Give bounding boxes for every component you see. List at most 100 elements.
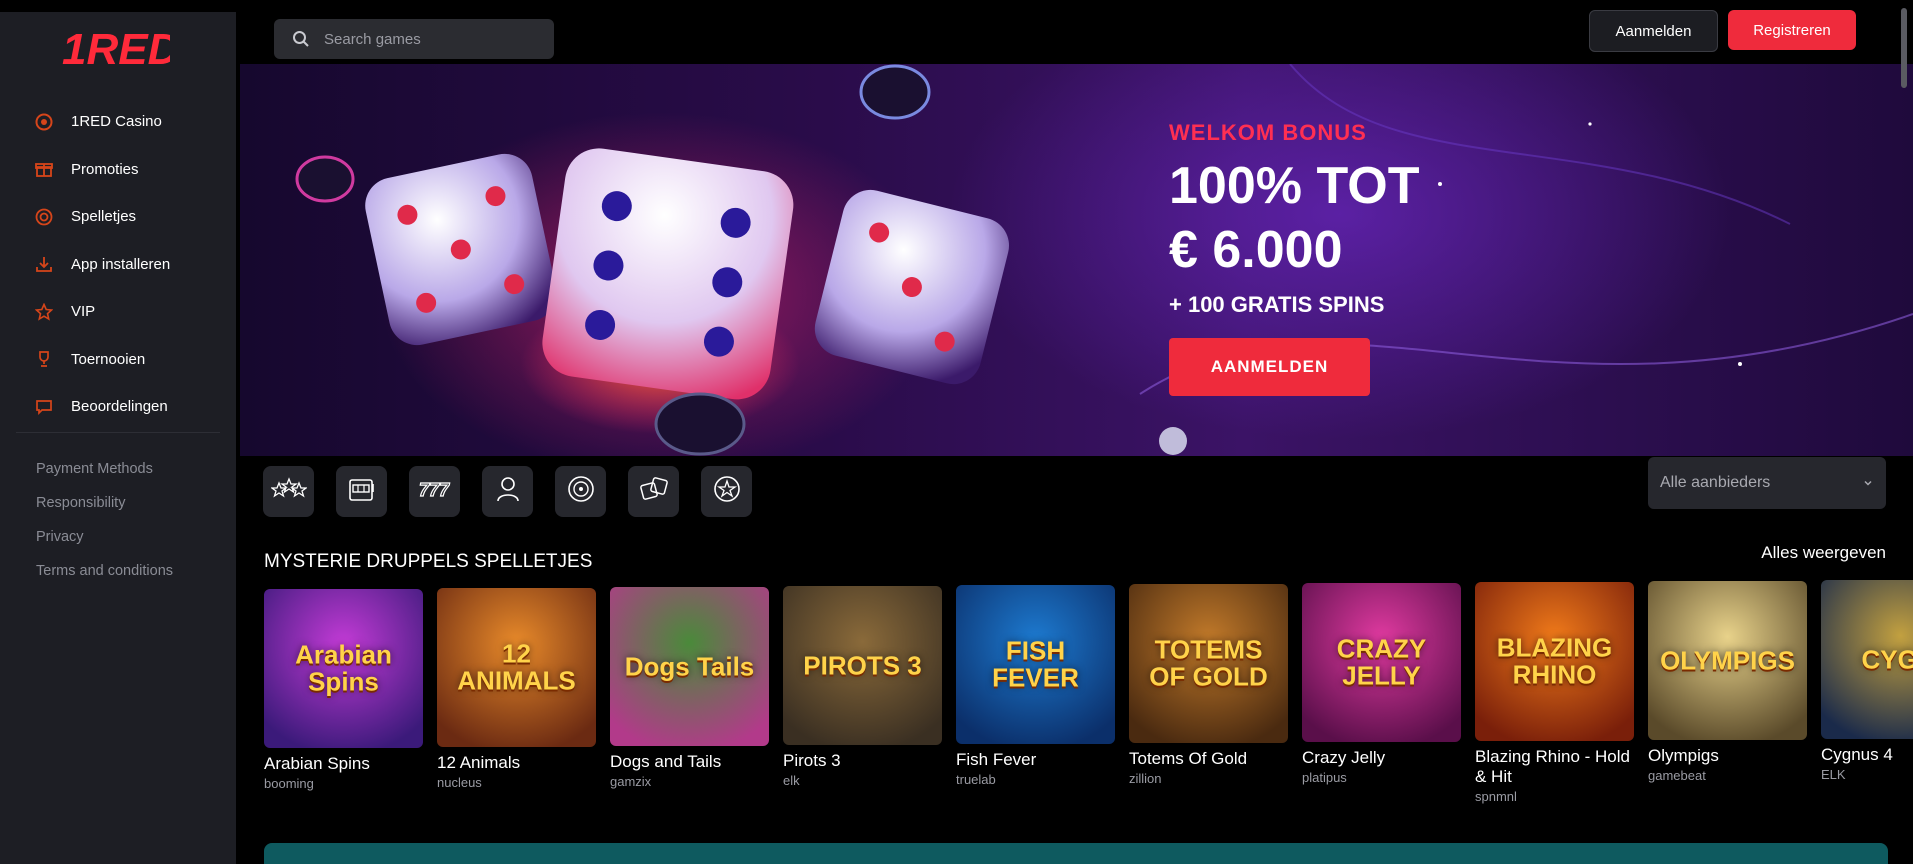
game-art-title: 12 ANIMALS — [457, 638, 576, 696]
game-card[interactable]: Dogs Tails Dogs and Tails gamzix — [610, 587, 769, 789]
link-terms[interactable]: Terms and conditions — [36, 554, 173, 588]
game-card[interactable]: BLAZING RHINO Blazing Rhino - Hold & Hit s… — [1475, 582, 1634, 804]
game-art-title: OLYMPIGS — [1660, 644, 1795, 675]
game-name: Arabian Spins — [264, 754, 370, 773]
dice-illustration — [295, 64, 1913, 456]
game-thumbnail[interactable]: 12 ANIMALS — [437, 588, 596, 747]
game-provider: gamebeat — [1648, 768, 1706, 783]
svg-text:777: 777 — [419, 480, 450, 500]
game-name: Blazing Rhino - Hold & Hit — [1475, 747, 1630, 786]
sidebar-item-tournaments[interactable]: Toernooien — [0, 336, 236, 384]
download-icon — [34, 254, 54, 274]
category-dice[interactable] — [628, 466, 679, 517]
game-name: Fish Fever — [956, 750, 1037, 769]
view-all-link[interactable]: Alles weergeven — [1761, 543, 1886, 563]
link-privacy[interactable]: Privacy — [36, 520, 173, 554]
hero-signup-button[interactable]: AANMELDEN — [1169, 338, 1370, 396]
link-payment-methods[interactable]: Payment Methods — [36, 452, 173, 486]
trophy-icon — [34, 349, 54, 369]
game-name: Olympigs — [1648, 746, 1719, 765]
sidebar-item-label: App installeren — [71, 255, 171, 273]
sidebar-item-promotions[interactable]: Promoties — [0, 146, 236, 194]
game-art-title: BLAZING RHINO — [1496, 632, 1613, 690]
sidebar-item-label: Toernooien — [71, 350, 146, 368]
game-thumbnail[interactable]: FISH FEVER — [956, 585, 1115, 744]
sidebar-item-install-app[interactable]: App installeren — [0, 241, 236, 289]
hero-amount: € 6.000 — [1169, 221, 1343, 279]
chevron-down-icon — [1862, 477, 1874, 489]
game-art-title: TOTEMS OF GOLD — [1149, 634, 1268, 692]
game-thumbnail[interactable]: TOTEMS OF GOLD — [1129, 584, 1288, 743]
sidebar-item-reviews[interactable]: Beoordelingen — [0, 383, 236, 431]
games-row: Arabian Spins Arabian Spins booming 12 ANIM… — [264, 579, 1913, 819]
casino-chip-icon — [34, 112, 54, 132]
game-name: Dogs and Tails — [610, 752, 722, 771]
game-thumbnail[interactable]: CRAZY JELLY — [1302, 583, 1461, 742]
stars-icon — [269, 477, 308, 506]
sidebar-item-label: Spelletjes — [71, 208, 137, 226]
game-art-title: CYG 4 — [1861, 643, 1913, 674]
category-jackpot[interactable]: 777 — [409, 466, 460, 517]
game-art-title: FISH FEVER — [992, 635, 1079, 693]
register-button[interactable]: Registreren — [1728, 10, 1856, 50]
game-thumbnail[interactable]: Dogs Tails — [610, 587, 769, 746]
section-title: MYSTERIE DRUPPELS SPELLETJES — [264, 551, 593, 572]
next-section-banner — [264, 843, 1888, 864]
game-art-title: CRAZY JELLY — [1336, 633, 1427, 691]
game-card[interactable]: CRAZY JELLY Crazy Jelly platipus — [1302, 583, 1461, 785]
game-name: Cygnus 4 — [1821, 745, 1893, 764]
game-thumbnail[interactable]: PIROTS 3 — [783, 586, 942, 745]
sidebar: 1RED 1RED Casino Promoties Spelletjes Ap… — [0, 12, 236, 864]
game-card[interactable]: CYG 4 Cygnus 4 ELK — [1821, 580, 1913, 782]
provider-select[interactable]: Alle aanbieders — [1648, 457, 1886, 509]
category-table[interactable] — [701, 466, 752, 517]
provider-select-value: Alle aanbieders — [1660, 474, 1771, 491]
game-provider: spnmnl — [1475, 789, 1517, 804]
game-provider: gamzix — [610, 774, 652, 789]
game-art-title: PIROTS 3 — [803, 649, 922, 680]
login-button[interactable]: Aanmelden — [1589, 10, 1718, 52]
game-card[interactable]: FISH FEVER Fish Fever truelab — [956, 585, 1115, 787]
category-live[interactable] — [482, 466, 533, 517]
sidebar-item-label: Promoties — [71, 160, 139, 178]
link-responsibility[interactable]: Responsibility — [36, 486, 173, 520]
sidebar-item-label: Beoordelingen — [71, 398, 168, 416]
search-bar[interactable] — [274, 19, 554, 59]
game-card[interactable]: PIROTS 3 Pirots 3 elk — [783, 586, 942, 788]
sidebar-nav: 1RED Casino Promoties Spelletjes App ins… — [0, 98, 236, 431]
sidebar-links: Payment Methods Responsibility Privacy T… — [36, 452, 173, 588]
roulette-icon — [567, 475, 595, 508]
chat-icon — [34, 397, 54, 417]
game-thumbnail[interactable]: Arabian Spins — [264, 589, 423, 748]
hero-banner[interactable]: WELKOM BONUS 100% TOT € 6.000 + 100 GRAT… — [240, 64, 1913, 456]
game-provider: truelab — [956, 772, 996, 787]
game-thumbnail[interactable]: BLAZING RHINO — [1475, 582, 1634, 741]
sidebar-item-casino[interactable]: 1RED Casino — [0, 98, 236, 146]
sidebar-divider — [16, 432, 220, 433]
game-card[interactable]: Arabian Spins Arabian Spins booming — [264, 589, 423, 791]
sidebar-item-vip[interactable]: VIP — [0, 288, 236, 336]
category-roulette[interactable] — [555, 466, 606, 517]
page-scrollbar[interactable] — [1901, 8, 1907, 88]
game-name: Crazy Jelly — [1302, 748, 1386, 767]
category-slots[interactable] — [336, 466, 387, 517]
hero-title: 100% TOT — [1169, 157, 1420, 215]
game-name: 12 Animals — [437, 753, 521, 772]
game-chip-icon — [34, 207, 54, 227]
logo-text: 1RED — [62, 25, 170, 74]
category-filters: 777 — [263, 466, 752, 517]
category-popular[interactable] — [263, 466, 314, 517]
game-card[interactable]: OLYMPIGS Olympigs gamebeat — [1648, 581, 1807, 783]
sevens-icon: 777 — [418, 478, 452, 505]
hero-kicker: WELKOM BONUS — [1169, 120, 1367, 145]
game-provider: platipus — [1302, 770, 1347, 785]
game-thumbnail[interactable]: OLYMPIGS — [1648, 581, 1807, 740]
brand-logo[interactable]: 1RED — [60, 24, 170, 74]
game-card[interactable]: TOTEMS OF GOLD Totems Of Gold zillion — [1129, 584, 1288, 786]
game-card[interactable]: 12 ANIMALS 12 Animals nucleus — [437, 588, 596, 790]
search-input[interactable] — [324, 30, 524, 48]
game-provider: zillion — [1129, 771, 1162, 786]
game-thumbnail[interactable]: CYG 4 — [1821, 580, 1913, 739]
sidebar-item-games[interactable]: Spelletjes — [0, 193, 236, 241]
game-name: Pirots 3 — [783, 751, 841, 770]
